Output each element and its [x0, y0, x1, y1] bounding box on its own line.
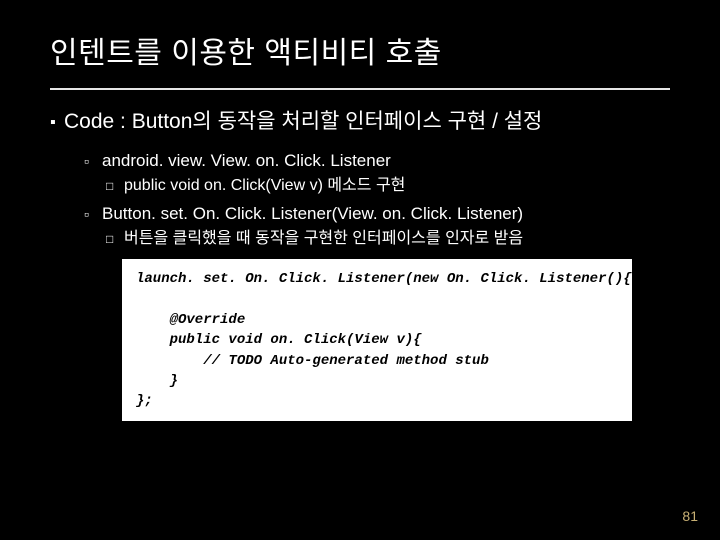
bullet-square-icon: ▪ — [50, 112, 64, 134]
page-number: 81 — [682, 508, 698, 524]
bullet-level3: □ 버튼을 클릭했을 때 동작을 구현한 인터페이스를 인자로 받음 — [106, 228, 670, 250]
bullet-level3-text: public void on. Click(View v) 메소드 구현 — [124, 175, 670, 197]
bullet-hollow-square-icon: ▫ — [84, 152, 102, 171]
slide-title: 인텐트를 이용한 액티비티 호출 — [50, 28, 670, 72]
bullet-level1: ▪ Code : Button의 동작을 처리할 인터페이스 구현 / 설정 — [50, 108, 670, 136]
bullet-level3-text: 버튼을 클릭했을 때 동작을 구현한 인터페이스를 인자로 받음 — [124, 228, 670, 250]
bullet-level1-text: Code : Button의 동작을 처리할 인터페이스 구현 / 설정 — [64, 108, 670, 136]
bullet-level2: ▫ Button. set. On. Click. Listener(View.… — [84, 203, 670, 226]
bullet-box-icon: □ — [106, 231, 124, 247]
bullet-level3: □ public void on. Click(View v) 메소드 구현 — [106, 175, 670, 197]
bullet-level2-text: android. view. View. on. Click. Listener — [102, 150, 670, 173]
bullet-box-icon: □ — [106, 178, 124, 194]
bullet-level2-text: Button. set. On. Click. Listener(View. o… — [102, 203, 670, 226]
slide-body: ▪ Code : Button의 동작을 처리할 인터페이스 구현 / 설정 ▫… — [0, 90, 720, 421]
bullet-level2: ▫ android. view. View. on. Click. Listen… — [84, 150, 670, 173]
title-area: 인텐트를 이용한 액티비티 호출 — [0, 0, 720, 82]
slide: 인텐트를 이용한 액티비티 호출 ▪ Code : Button의 동작을 처리… — [0, 0, 720, 540]
bullet-hollow-square-icon: ▫ — [84, 205, 102, 224]
code-sample: launch. set. On. Click. Listener(new On.… — [122, 259, 632, 421]
